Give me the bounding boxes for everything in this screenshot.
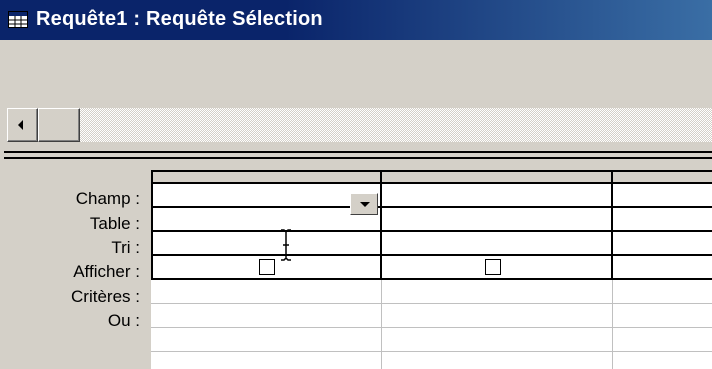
grid-line (151, 170, 153, 280)
text-cursor-icon (281, 229, 291, 261)
design-grid[interactable] (151, 170, 712, 369)
grid-line (381, 280, 382, 369)
grid-line (611, 170, 613, 280)
dropdown-arrow-icon (360, 202, 370, 207)
arrow-left-icon (18, 120, 23, 130)
cell-table-col2[interactable] (384, 208, 611, 230)
show-checkbox-col1[interactable] (259, 259, 275, 275)
window-title: Requête1 : Requête Sélection (36, 8, 323, 30)
row-label-afficher: Afficher : (73, 262, 140, 281)
cell-criteres-col2[interactable] (384, 281, 611, 303)
pane-splitter[interactable] (0, 147, 712, 163)
grid-line (380, 170, 382, 280)
cell-ou-col1[interactable] (153, 305, 380, 327)
row-label-champ: Champ : (75, 189, 140, 208)
scroll-thumb[interactable] (38, 108, 80, 142)
row-label-criteres: Critères : (71, 287, 140, 306)
grid-line (151, 278, 712, 280)
splitter-bar[interactable] (4, 151, 712, 159)
query-icon (8, 11, 28, 28)
grid-line (151, 303, 712, 304)
field-dropdown-button[interactable] (350, 193, 378, 215)
horizontal-scrollbar[interactable] (7, 108, 712, 142)
grid-line (612, 280, 613, 369)
column-selector-1[interactable] (151, 170, 382, 184)
scroll-left-button[interactable] (7, 108, 38, 142)
grid-line (151, 206, 712, 208)
cell-tri-col1[interactable] (153, 232, 380, 254)
cell-champ-col2[interactable] (384, 184, 611, 206)
cell-table-col1[interactable] (153, 208, 380, 230)
grid-line (151, 254, 712, 256)
title-bar[interactable]: Requête1 : Requête Sélection (0, 0, 712, 40)
cell-tri-col2[interactable] (384, 232, 611, 254)
grid-line (151, 327, 712, 328)
column-selector-2[interactable] (382, 170, 613, 184)
row-label-ou: Ou : (107, 311, 140, 330)
cell-champ-col1[interactable] (153, 184, 380, 206)
cell-ou-col2[interactable] (384, 305, 611, 327)
cell-criteres-col1[interactable] (153, 281, 380, 303)
grid-line (151, 230, 712, 232)
row-label-table: Table : (89, 214, 140, 233)
grid-line (151, 351, 712, 352)
row-label-tri: Tri : (111, 238, 140, 257)
show-checkbox-col2[interactable] (485, 259, 501, 275)
column-selector-3[interactable] (613, 170, 712, 184)
